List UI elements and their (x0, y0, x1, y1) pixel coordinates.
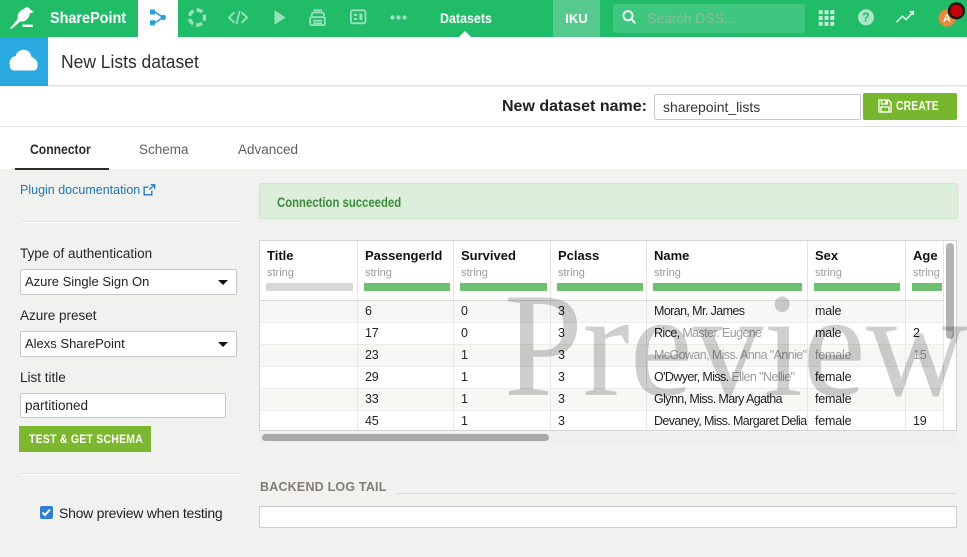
svg-text:?: ? (862, 11, 870, 25)
